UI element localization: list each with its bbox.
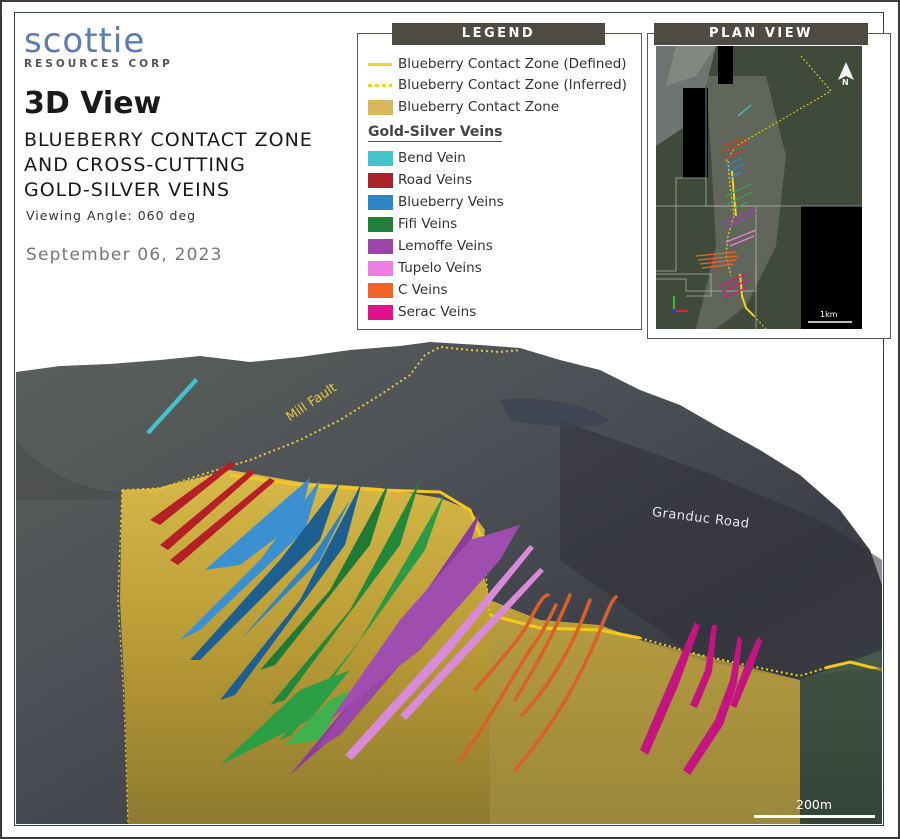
subtitle-line: BLUEBERRY CONTACT ZONE: [24, 129, 313, 151]
vein-color-swatch-icon: [368, 151, 393, 166]
legend-label: C Veins: [398, 282, 448, 298]
vein-color-swatch-icon: [368, 261, 393, 276]
north-label: N: [842, 78, 849, 87]
vein-color-swatch-icon: [368, 305, 393, 320]
plan-view-svg: [656, 46, 862, 329]
legend-label: Blueberry Contact Zone: [398, 99, 560, 115]
legend-label: Tupelo Veins: [398, 260, 482, 276]
vein-color-swatch-icon: [368, 195, 393, 210]
legend-label: Bend Vein: [398, 150, 466, 166]
solid-line-swatch-icon: [368, 63, 392, 66]
plan-scale-label: 1km: [820, 310, 838, 319]
legend-label: Blueberry Contact Zone (Defined): [398, 56, 627, 72]
legend-label: Road Veins: [398, 172, 472, 188]
plan-view-map: N 1km: [656, 46, 862, 329]
legend-label: Lemoffe Veins: [398, 238, 493, 254]
page-title: 3D View: [24, 86, 162, 121]
dashed-line-swatch-icon: [368, 84, 392, 87]
scale-bar: [754, 815, 875, 818]
plan-black-block: [718, 46, 733, 84]
plan-black-block: [683, 88, 708, 178]
vein-color-swatch-icon: [368, 283, 393, 298]
veins-heading: Gold-Silver Veins: [368, 124, 503, 142]
legend-label: Fifi Veins: [398, 216, 458, 232]
date-label: September 06, 2023: [26, 245, 223, 265]
legend-title: LEGEND: [392, 23, 605, 45]
company-logo: scottie RESOURCES CORP: [24, 24, 173, 70]
scale-label: 200m: [796, 797, 833, 812]
vein-color-swatch-icon: [368, 239, 393, 254]
page-subtitle: BLUEBERRY CONTACT ZONE AND CROSS-CUTTING…: [24, 128, 313, 203]
subtitle-line: AND CROSS-CUTTING: [24, 154, 246, 176]
logo-wordmark: scottie: [24, 21, 146, 61]
viewing-angle: Viewing Angle: 060 deg: [26, 208, 197, 223]
plan-view-title: PLAN VIEW: [654, 23, 868, 45]
vein-color-swatch-icon: [368, 173, 393, 188]
logo-subtitle: RESOURCES CORP: [24, 58, 173, 70]
legend-label: Serac Veins: [398, 304, 477, 320]
legend-label: Blueberry Veins: [398, 194, 504, 210]
legend-label: Blueberry Contact Zone (Inferred): [398, 77, 627, 93]
vein-color-swatch-icon: [368, 217, 393, 232]
axis-z-icon: [672, 309, 676, 313]
subtitle-line: GOLD-SILVER VEINS: [24, 179, 231, 201]
fill-swatch-icon: [368, 100, 393, 115]
